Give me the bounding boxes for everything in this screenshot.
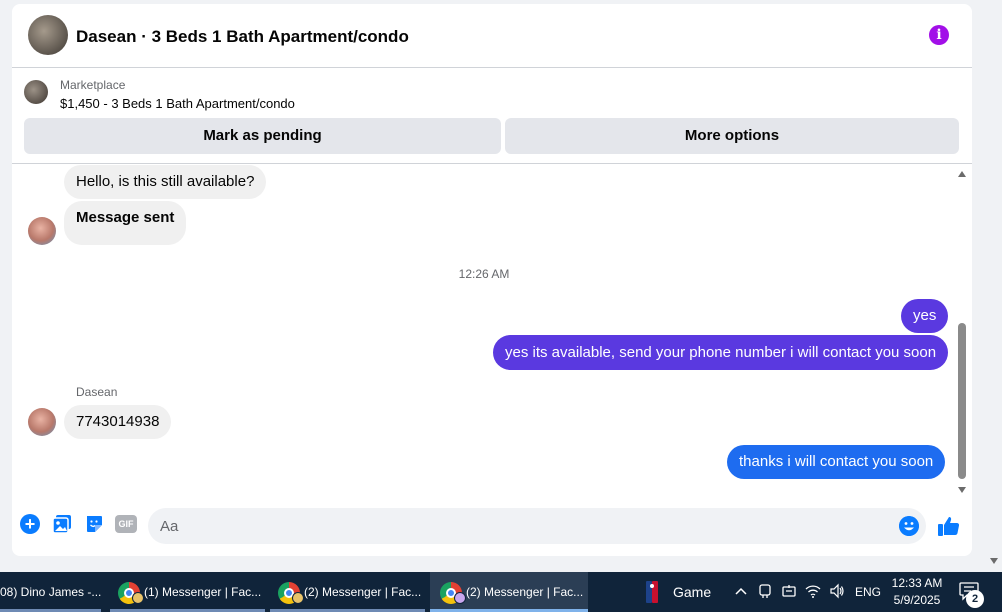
- incoming-message[interactable]: 7743014938: [64, 405, 172, 439]
- sender-avatar[interactable]: [28, 408, 56, 436]
- scroll-down-arrow-icon[interactable]: [958, 487, 966, 493]
- clock-date: 5/9/2025: [893, 593, 941, 607]
- scroll-up-arrow-icon[interactable]: [958, 171, 966, 177]
- thumbs-up-icon[interactable]: [937, 514, 961, 538]
- outgoing-message[interactable]: yes: [901, 299, 949, 333]
- hardware-icon[interactable]: [757, 583, 773, 599]
- windows-taskbar: 08) Dino James -... (1) Messenger | Fac.…: [0, 572, 1002, 612]
- volume-icon[interactable]: [829, 583, 845, 599]
- gif-icon[interactable]: GIF: [115, 515, 137, 533]
- taskbar-item[interactable]: (1) Messenger | Fac...: [110, 572, 265, 612]
- taskbar-item-label: 08) Dino James -...: [0, 585, 101, 599]
- taskbar-item-label: (1) Messenger | Fac...: [144, 585, 262, 599]
- message-scrollbar[interactable]: [956, 165, 968, 499]
- taskbar-item-label: (2) Messenger | Fac...: [304, 585, 422, 599]
- profile-badge-icon: [454, 592, 466, 604]
- listing-price-title[interactable]: $1,450 - 3 Beds 1 Bath Apartment/condo: [60, 96, 295, 111]
- sender-name: Dasean: [76, 385, 118, 399]
- listing-avatar[interactable]: [28, 15, 68, 55]
- more-options-button[interactable]: More options: [505, 118, 959, 154]
- nba-logo-icon: [646, 581, 658, 603]
- message-input[interactable]: [148, 508, 926, 544]
- wifi-icon[interactable]: [805, 583, 821, 599]
- outgoing-message[interactable]: yes its available, send your phone numbe…: [493, 335, 949, 370]
- chevron-up-icon[interactable]: [733, 583, 749, 599]
- message-list: Hello, is this still available? Message …: [12, 165, 972, 499]
- marketplace-listing-bar: Marketplace $1,450 - 3 Beds 1 Bath Apart…: [12, 68, 972, 164]
- battery-icon[interactable]: [781, 583, 797, 599]
- game-widget-label[interactable]: Game: [673, 572, 711, 612]
- notification-count-badge: 2: [966, 590, 984, 608]
- clock-time: 12:33 AM: [891, 576, 943, 590]
- incoming-message[interactable]: Message sent: [64, 201, 187, 245]
- sender-avatar[interactable]: [28, 217, 56, 245]
- scrollbar-thumb[interactable]: [958, 323, 966, 479]
- mark-as-pending-button[interactable]: Mark as pending: [24, 118, 501, 154]
- listing-source: Marketplace: [60, 78, 126, 92]
- page-scroll-down-icon[interactable]: [990, 558, 998, 564]
- taskbar-item-label: (2) Messenger | Fac...: [466, 585, 584, 599]
- taskbar-item-active[interactable]: (2) Messenger | Fac...: [430, 572, 588, 612]
- taskbar-item[interactable]: (2) Messenger | Fac...: [270, 572, 425, 612]
- photo-icon[interactable]: [52, 514, 72, 534]
- profile-badge-icon: [292, 592, 304, 604]
- chat-header: Dasean · 3 Beds 1 Bath Apartment/condo i: [12, 4, 972, 68]
- chat-title[interactable]: Dasean · 3 Beds 1 Bath Apartment/condo: [76, 27, 409, 47]
- sticker-icon[interactable]: [84, 514, 104, 534]
- info-icon[interactable]: i: [929, 25, 949, 45]
- profile-badge-icon: [132, 592, 144, 604]
- message-composer: + GIF: [12, 502, 972, 556]
- emoji-icon[interactable]: [899, 516, 919, 536]
- language-indicator[interactable]: ENG: [855, 572, 881, 612]
- listing-thumbnail[interactable]: [24, 80, 48, 104]
- plus-icon[interactable]: +: [20, 514, 40, 534]
- taskbar-item[interactable]: 08) Dino James -...: [0, 572, 101, 612]
- taskbar-clock[interactable]: 12:33 AM 5/9/2025: [884, 575, 950, 609]
- incoming-message[interactable]: Hello, is this still available?: [64, 165, 267, 199]
- outgoing-message[interactable]: thanks i will contact you soon: [727, 445, 946, 479]
- message-timestamp: 12:26 AM: [458, 267, 510, 281]
- chat-panel: Dasean · 3 Beds 1 Bath Apartment/condo i…: [12, 4, 972, 556]
